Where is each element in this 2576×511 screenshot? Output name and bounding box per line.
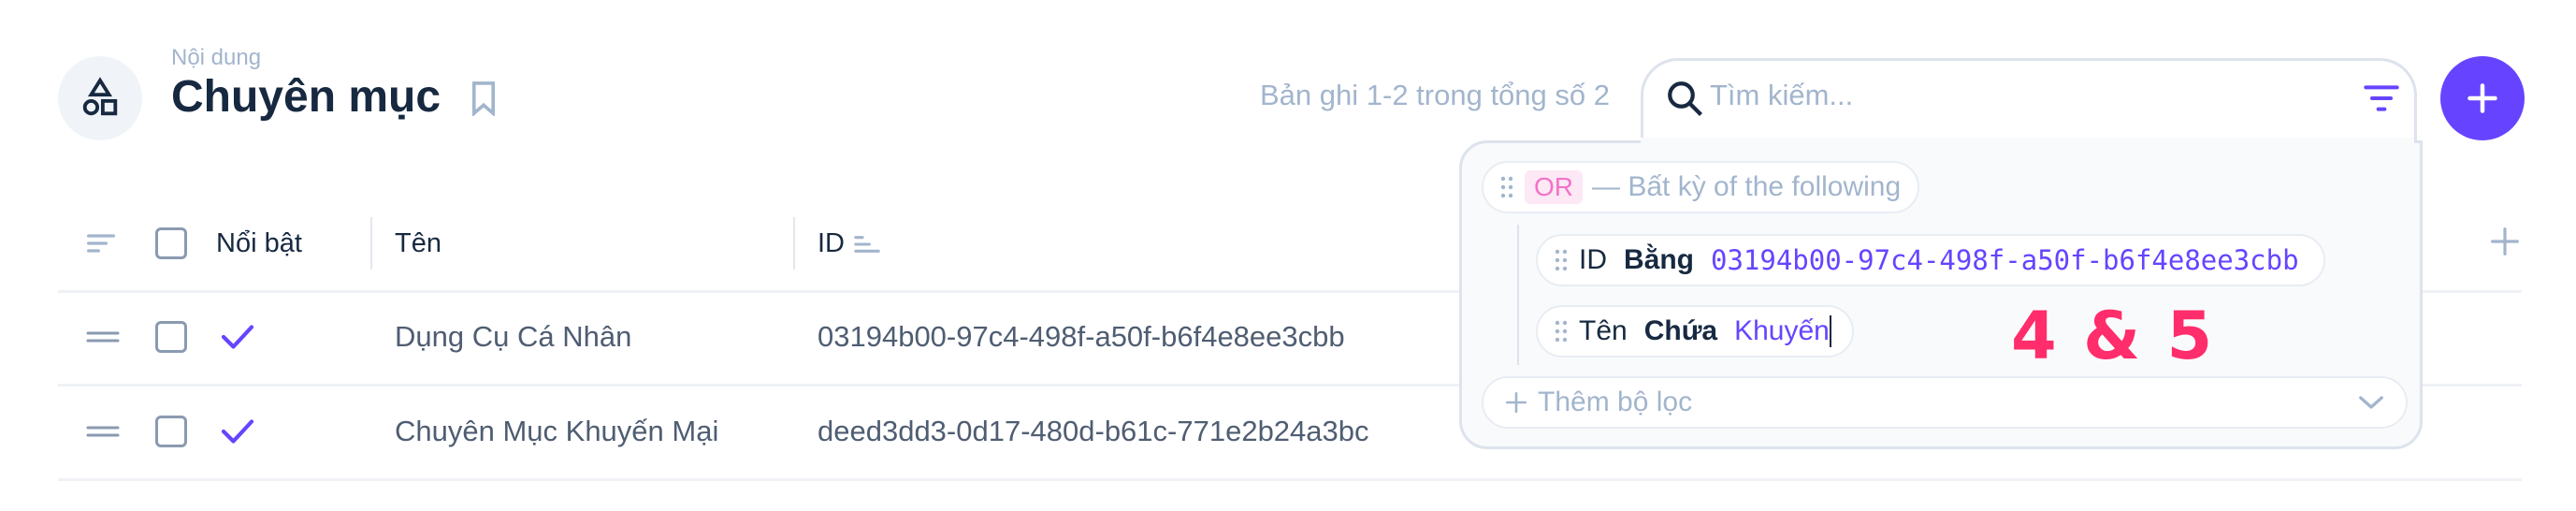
- check-icon: [221, 325, 254, 349]
- search-icon: [1668, 81, 1702, 116]
- plus-icon: [1505, 391, 1527, 414]
- logic-operator-badge[interactable]: OR: [1525, 170, 1583, 204]
- drag-handle-icon[interactable]: [1555, 320, 1568, 343]
- column-header-featured[interactable]: Nổi bật: [216, 228, 302, 259]
- row-checkbox[interactable]: [155, 416, 187, 447]
- plus-icon: [2467, 83, 2497, 113]
- chevron-down-icon: [2359, 396, 2383, 409]
- filter-icon[interactable]: [2363, 82, 2400, 114]
- drag-handle-icon[interactable]: [86, 329, 120, 344]
- breadcrumb[interactable]: Nội dung: [171, 45, 261, 71]
- add-column-icon[interactable]: [2490, 226, 2520, 256]
- filter-panel-connector: [1641, 138, 2414, 143]
- drag-handle-icon[interactable]: [86, 424, 120, 439]
- filter-tree-line: [1517, 225, 1519, 365]
- filter-group-or[interactable]: OR — Bất kỳ of the following: [1482, 161, 1920, 213]
- record-count: Bản ghi 1-2 trong tổng số 2: [1260, 79, 1610, 111]
- sort-lines-icon[interactable]: [86, 232, 116, 255]
- column-divider[interactable]: [370, 217, 372, 270]
- add-filter-dropdown[interactable]: Thêm bộ lọc: [1482, 376, 2408, 429]
- add-filter-label: Thêm bộ lọc: [1538, 387, 1693, 417]
- annotation-label: 4 & 5: [2011, 298, 2215, 374]
- page-title: Chuyên mục: [171, 72, 441, 122]
- drag-handle-icon[interactable]: [1555, 249, 1568, 271]
- table-cell-name[interactable]: Dụng Cụ Cá Nhân: [395, 320, 631, 354]
- shapes-icon: [82, 77, 118, 116]
- column-header-name[interactable]: Tên: [395, 228, 441, 259]
- collection-icon-badge: [58, 56, 142, 140]
- filter-value-input[interactable]: Khuyến: [1734, 315, 1830, 347]
- filter-field[interactable]: Tên: [1579, 315, 1628, 347]
- filter-field[interactable]: ID: [1579, 244, 1607, 276]
- filter-group-label: — Bất kỳ of the following: [1592, 171, 1902, 202]
- table-cell-id[interactable]: deed3dd3-0d17-480d-b61c-771e2b24a3bc: [818, 415, 1369, 448]
- filter-operator[interactable]: Bằng: [1624, 244, 1694, 276]
- column-divider[interactable]: [793, 217, 795, 270]
- text-cursor: [1829, 315, 1831, 347]
- select-all-checkbox[interactable]: [155, 227, 187, 259]
- column-header-id[interactable]: ID: [818, 228, 845, 259]
- search-input[interactable]: Tìm kiếm...: [1710, 79, 1853, 112]
- check-icon: [221, 419, 254, 444]
- sort-ascending-icon[interactable]: [853, 234, 881, 255]
- row-divider: [58, 478, 2522, 481]
- filter-value[interactable]: 03194b00-97c4-498f-a50f-b6f4e8ee3cbb: [1711, 244, 2299, 276]
- filter-rule[interactable]: Tên Chứa Khuyến: [1536, 305, 1854, 358]
- add-item-button[interactable]: [2440, 56, 2525, 140]
- drag-handle-icon[interactable]: [1500, 176, 1513, 198]
- table-cell-id[interactable]: 03194b00-97c4-498f-a50f-b6f4e8ee3cbb: [818, 320, 1345, 354]
- filter-rule[interactable]: ID Bằng 03194b00-97c4-498f-a50f-b6f4e8ee…: [1536, 234, 2325, 286]
- filter-operator[interactable]: Chứa: [1644, 315, 1717, 347]
- table-cell-name[interactable]: Chuyên Mục Khuyến Mại: [395, 415, 718, 448]
- bookmark-icon[interactable]: [470, 80, 498, 116]
- row-checkbox[interactable]: [155, 321, 187, 353]
